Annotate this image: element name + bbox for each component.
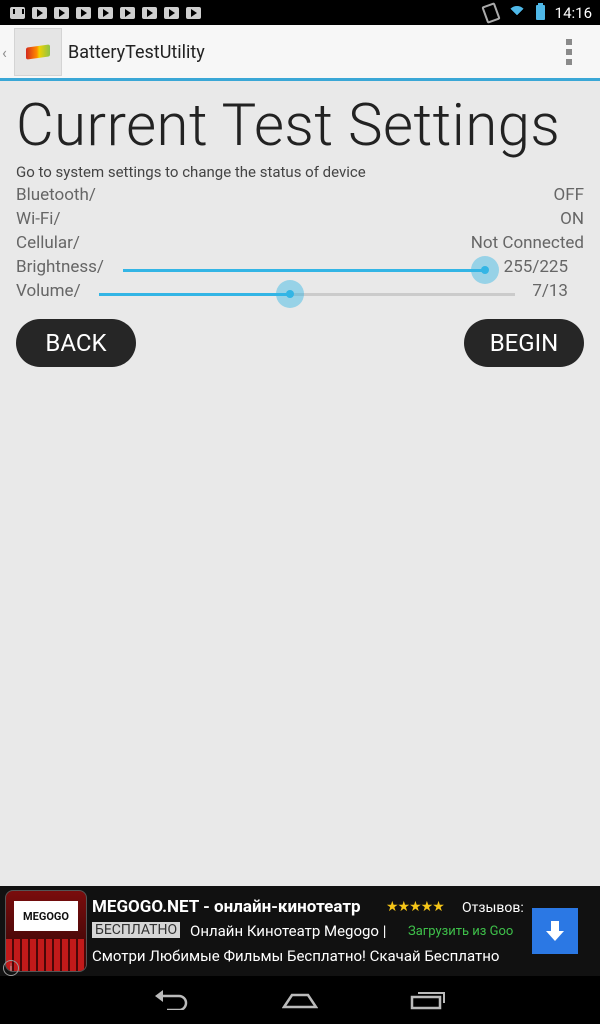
play-icon bbox=[186, 6, 201, 19]
ad-title[interactable]: MEGOGO.NET - онлайн-кинотеатр bbox=[92, 897, 361, 917]
cellular-value: Not Connected bbox=[470, 233, 584, 253]
status-bar: 14:16 bbox=[0, 0, 600, 25]
cellular-label: Cellular/ bbox=[16, 233, 80, 253]
brightness-slider-thumb[interactable] bbox=[471, 256, 499, 284]
bluetooth-label: Bluetooth/ bbox=[16, 185, 96, 205]
play-icon bbox=[76, 6, 91, 19]
ad-info-icon[interactable]: i bbox=[3, 960, 19, 976]
brightness-label: Brightness/ bbox=[16, 257, 104, 277]
play-icon bbox=[164, 6, 179, 19]
battery-icon bbox=[535, 3, 545, 20]
app-icon[interactable] bbox=[14, 28, 62, 76]
home-nav-icon[interactable] bbox=[282, 986, 318, 1014]
app-logo bbox=[26, 44, 50, 60]
back-button[interactable]: BACK bbox=[16, 319, 136, 367]
wifi-label: Wi-Fi/ bbox=[16, 209, 61, 229]
vibrate-icon bbox=[480, 1, 501, 24]
ad-description: Онлайн Кинотеатр Megogo | bbox=[190, 922, 387, 940]
play-icon bbox=[120, 6, 135, 19]
wifi-row: Wi-Fi/ ON bbox=[16, 209, 584, 233]
recents-nav-icon[interactable] bbox=[410, 986, 446, 1014]
ad-rating-stars: ★★★★★ bbox=[386, 899, 445, 915]
ad-store-link[interactable]: Загрузить из Goo bbox=[408, 924, 524, 939]
app-title: BatteryTestUtility bbox=[68, 41, 205, 63]
bluetooth-value: OFF bbox=[553, 185, 585, 205]
ad-free-badge: БЕСПЛАТНО bbox=[92, 922, 181, 938]
action-bar: ‹ BatteryTestUtility bbox=[0, 25, 600, 79]
cellular-row: Cellular/ Not Connected bbox=[16, 233, 584, 257]
play-icon bbox=[98, 6, 113, 19]
ad-download-button[interactable] bbox=[532, 908, 578, 954]
ad-app-logo[interactable]: MEGOGO bbox=[5, 890, 87, 972]
wifi-icon bbox=[507, 5, 526, 24]
volume-slider-fill bbox=[99, 293, 291, 296]
download-arrow-icon bbox=[546, 921, 564, 941]
play-icon bbox=[54, 6, 69, 19]
ad-review-label: Отзывов: bbox=[462, 900, 524, 916]
brightness-value: 255/225 bbox=[503, 257, 568, 277]
status-time: 14:16 bbox=[554, 3, 592, 22]
wifi-value: ON bbox=[560, 209, 584, 229]
ad-banner[interactable]: MEGOGO i MEGOGO.NET - онлайн-кинотеатр ★… bbox=[0, 886, 600, 976]
gmail-icon bbox=[10, 6, 25, 19]
brightness-slider-fill bbox=[123, 269, 485, 272]
up-caret-icon[interactable]: ‹ bbox=[0, 43, 14, 62]
play-icon bbox=[32, 6, 47, 19]
ad-logo-text: MEGOGO bbox=[14, 901, 78, 931]
ad-tagline: Смотри Любимые Фильмы Бесплатно! Скачай … bbox=[92, 947, 500, 965]
volume-value: 7/13 bbox=[532, 281, 568, 301]
navigation-bar bbox=[0, 976, 600, 1024]
begin-button[interactable]: BEGIN bbox=[464, 319, 584, 367]
play-icon bbox=[142, 6, 157, 19]
back-nav-icon[interactable] bbox=[153, 986, 189, 1014]
bluetooth-row: Bluetooth/ OFF bbox=[16, 185, 584, 209]
instruction-text: Go to system settings to change the stat… bbox=[16, 163, 366, 181]
volume-label: Volume/ bbox=[16, 281, 81, 301]
notification-icons bbox=[0, 6, 201, 19]
action-bar-divider bbox=[0, 78, 600, 81]
page-title: Current Test Settings bbox=[16, 92, 561, 160]
overflow-menu-icon[interactable] bbox=[566, 39, 572, 65]
